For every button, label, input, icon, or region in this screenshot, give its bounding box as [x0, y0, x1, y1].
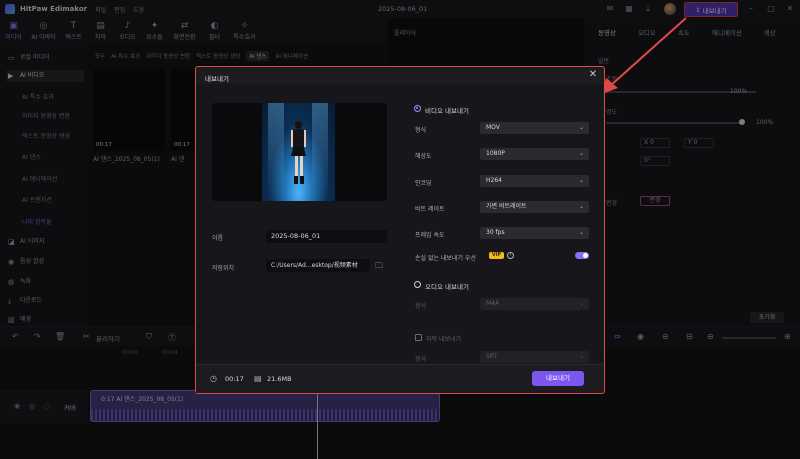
bitrate-select[interactable]: 가변 비트레이트 ⌄: [480, 201, 589, 213]
file-size-icon: ▤: [254, 374, 262, 383]
close-icon[interactable]: ✕: [587, 69, 599, 81]
format-label: 형식: [415, 127, 427, 134]
path-input[interactable]: C:/Users/Ad...esktop/视频素材: [266, 259, 370, 272]
audio-format-label: 형식: [415, 303, 427, 310]
audio-format-value: M4A: [486, 300, 500, 307]
audio-export-radio[interactable]: [414, 281, 421, 288]
export-duration: 00:17: [225, 375, 244, 383]
framerate-label: 프레임 속도: [415, 232, 445, 239]
video-export-radio[interactable]: [414, 105, 421, 112]
framerate-value: 30 fps: [486, 229, 505, 236]
chevron-down-icon: ⌄: [578, 124, 584, 131]
video-export-title[interactable]: 비디오 내보내기: [425, 105, 469, 115]
audio-format-select[interactable]: M4A ⌄: [480, 298, 589, 310]
path-label: 저장위치: [212, 265, 235, 272]
export-button[interactable]: 내보내기: [532, 371, 584, 386]
subtitle-format-label: 형식: [415, 356, 427, 363]
chevron-down-icon: ⌄: [578, 150, 584, 157]
format-value: MOV: [486, 124, 500, 131]
subtitle-format-value: SRT: [486, 353, 498, 360]
dialog-footer: ◷ 00:17 ▤ 21.6MB 내보내기: [196, 364, 603, 393]
chevron-down-icon: ⌄: [578, 177, 584, 184]
export-preview: [212, 103, 387, 201]
audio-export-title[interactable]: 오디오 내보내기: [425, 281, 469, 291]
subtitle-export-title[interactable]: 자막 내보내기: [426, 334, 461, 343]
name-input[interactable]: 2025-08-06_01: [266, 230, 387, 243]
subtitle-format-select[interactable]: SRT ⌄: [480, 351, 589, 363]
name-label: 이름: [212, 235, 224, 242]
export-dialog: 내보내기 ✕ 이름 2025-08-06_01 저장위치 C:/Users/Ad…: [195, 66, 605, 394]
preview-image: [262, 103, 335, 201]
subtitle-export-checkbox[interactable]: [415, 334, 422, 341]
chevron-down-icon: ⌄: [578, 229, 584, 236]
framerate-select[interactable]: 30 fps ⌄: [480, 227, 589, 239]
export-size: 21.6MB: [267, 375, 292, 383]
format-select[interactable]: MOV ⌄: [480, 122, 589, 134]
clock-icon: ◷: [210, 374, 217, 383]
folder-icon[interactable]: 🗀: [375, 260, 383, 274]
encoding-label: 인코딩: [415, 180, 432, 187]
bitrate-label: 비트 레이트: [415, 206, 445, 213]
resolution-value: 1080P: [486, 150, 505, 157]
resolution-select[interactable]: 1080P ⌄: [480, 148, 589, 160]
chevron-down-icon: ⌄: [578, 353, 584, 360]
encoding-value: H264: [486, 177, 502, 184]
lossless-label: 손실 없는 내보내기 우선: [415, 255, 476, 262]
chevron-down-icon: ⌄: [578, 203, 584, 210]
bitrate-value: 가변 비트레이트: [486, 203, 527, 210]
resolution-label: 해상도: [415, 153, 432, 160]
info-icon[interactable]: i: [507, 252, 514, 259]
encoding-select[interactable]: H264 ⌄: [480, 175, 589, 187]
dialog-body: 이름 2025-08-06_01 저장위치 C:/Users/Ad...eskt…: [196, 84, 603, 364]
vip-badge: VIP: [489, 252, 504, 259]
lossless-toggle[interactable]: [575, 252, 589, 259]
chevron-down-icon: ⌄: [578, 300, 584, 307]
dialog-title: 내보내기: [205, 75, 229, 83]
